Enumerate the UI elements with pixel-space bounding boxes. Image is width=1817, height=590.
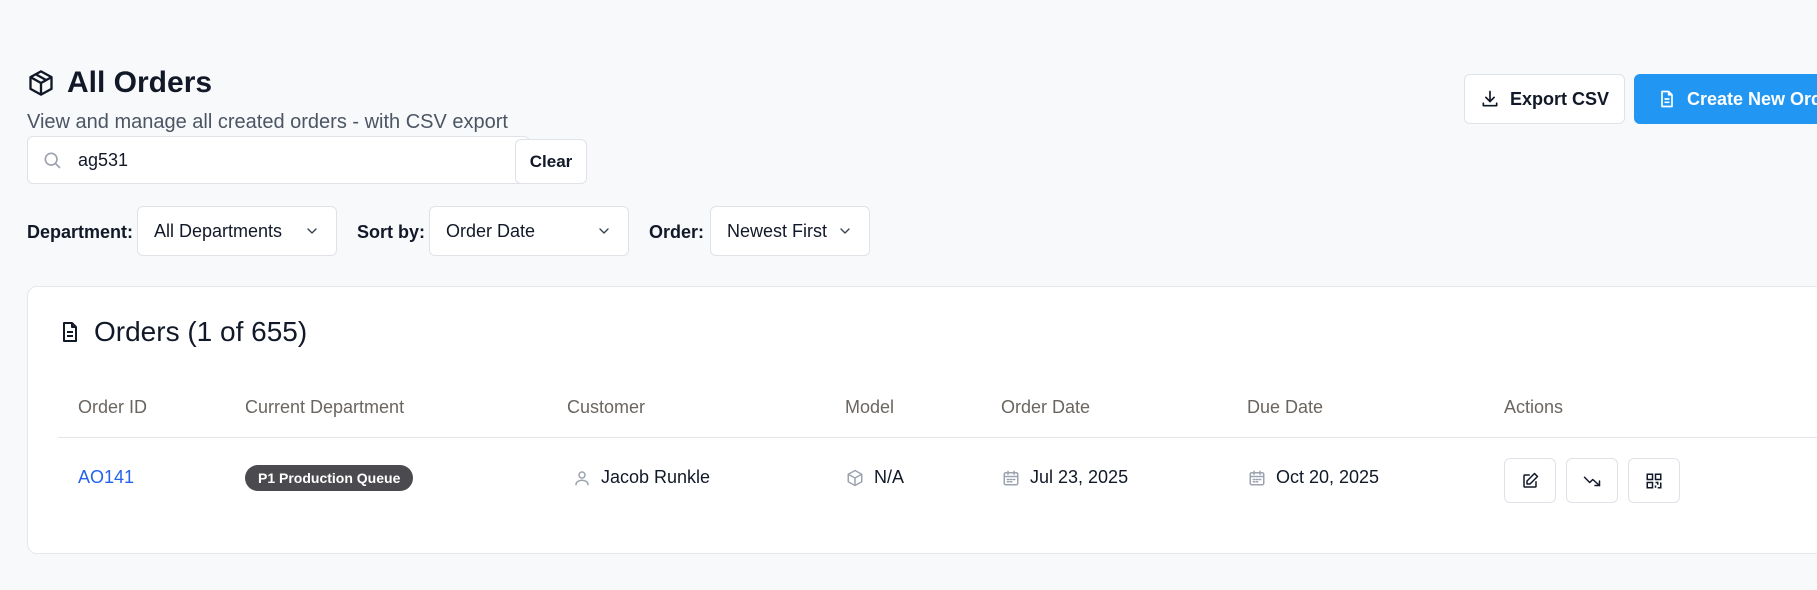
- download-icon: [1480, 89, 1500, 109]
- user-icon: [573, 469, 591, 487]
- calendar-icon: [1002, 469, 1020, 487]
- file-icon: [1657, 89, 1677, 109]
- create-new-order-label: Create New Order: [1687, 88, 1817, 109]
- order-select[interactable]: Newest First: [710, 206, 870, 256]
- document-icon: [58, 319, 82, 345]
- move-order-button[interactable]: [1566, 458, 1618, 503]
- due-date-value: Oct 20, 2025: [1276, 467, 1380, 487]
- column-header-order-id: Order ID: [78, 397, 148, 417]
- export-csv-label: Export CSV: [1509, 88, 1610, 109]
- model-value: N/A: [874, 467, 905, 487]
- page-title: All Orders: [67, 66, 213, 99]
- column-header-model: Model: [845, 397, 895, 417]
- package-icon: [846, 469, 864, 487]
- chevron-down-icon: [304, 223, 320, 239]
- chevron-down-icon: [837, 223, 853, 239]
- package-icon: [27, 69, 55, 97]
- table-header-divider: [58, 437, 1817, 438]
- order-label: Order:: [649, 222, 705, 242]
- orders-title: Orders (1 of 655): [94, 316, 308, 347]
- column-header-current-department: Current Department: [245, 397, 405, 417]
- sort-by-select-value: Order Date: [446, 220, 536, 241]
- column-header-actions: Actions: [1504, 397, 1564, 417]
- clear-button[interactable]: Clear: [515, 139, 587, 184]
- model-cell: N/A: [846, 467, 904, 488]
- export-csv-button[interactable]: Export CSV: [1464, 74, 1625, 124]
- sort-by-label: Sort by:: [357, 222, 426, 242]
- customer-name: Jacob Runkle: [601, 467, 711, 487]
- sort-by-select[interactable]: Order Date: [429, 206, 629, 256]
- search-field[interactable]: [27, 136, 530, 184]
- orders-card-header: Orders (1 of 655): [58, 316, 307, 348]
- chevron-down-icon: [596, 223, 612, 239]
- column-header-due-date: Due Date: [1247, 397, 1324, 417]
- page-subtitle: View and manage all created orders - wit…: [27, 111, 508, 133]
- department-badge: P1 Production Queue: [245, 465, 414, 491]
- department-select[interactable]: All Departments: [137, 206, 337, 256]
- page-header: All Orders: [27, 66, 212, 100]
- order-date-cell: Jul 23, 2025: [1002, 467, 1128, 488]
- customer-cell: Jacob Runkle: [573, 467, 710, 488]
- column-header-customer: Customer: [567, 397, 646, 417]
- due-date-cell: Oct 20, 2025: [1248, 467, 1379, 488]
- edit-icon: [1521, 472, 1539, 490]
- search-input[interactable]: [76, 148, 500, 172]
- order-select-value: Newest First: [727, 220, 828, 241]
- department-label: Department:: [27, 222, 134, 242]
- order-id-link[interactable]: AO141: [78, 467, 134, 488]
- create-new-order-button[interactable]: Create New Order: [1634, 74, 1817, 124]
- qr-code-button[interactable]: [1628, 458, 1680, 503]
- search-icon: [42, 150, 62, 170]
- qr-code-icon: [1645, 472, 1663, 490]
- edit-order-button[interactable]: [1504, 458, 1556, 503]
- calendar-icon: [1248, 469, 1266, 487]
- column-header-order-date: Order Date: [1001, 397, 1091, 417]
- order-date-value: Jul 23, 2025: [1030, 467, 1129, 487]
- department-select-value: All Departments: [154, 220, 283, 241]
- trending-down-icon: [1583, 472, 1601, 490]
